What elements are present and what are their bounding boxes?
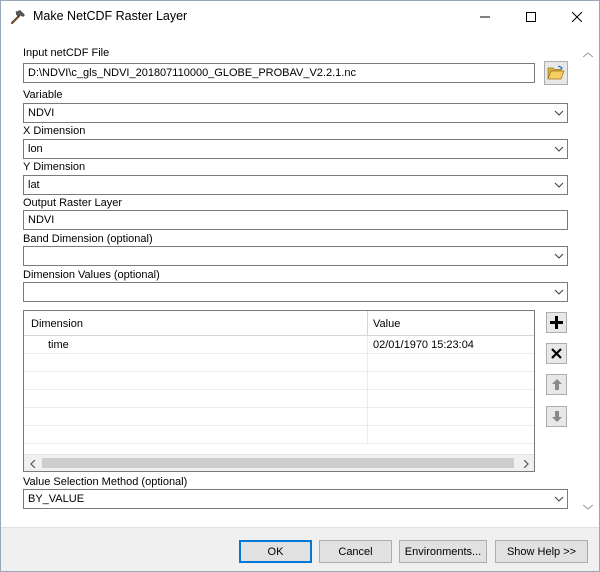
- output-layer-value: NDVI: [28, 214, 55, 226]
- scroll-thumb[interactable]: [42, 458, 514, 468]
- chevron-down-icon: [554, 110, 564, 116]
- value-selection-dropdown[interactable]: BY_VALUE: [23, 489, 568, 509]
- tool-dialog-window: Make NetCDF Raster Layer Input netCDF Fi…: [0, 0, 600, 572]
- chevron-down-icon: [554, 182, 564, 188]
- input-file-field[interactable]: D:\NDVI\c_gls_NDVI_201807110000_GLOBE_PR…: [23, 63, 535, 83]
- scroll-up-button[interactable]: [579, 46, 596, 63]
- column-header-value[interactable]: Value: [368, 311, 534, 336]
- column-header-dimension[interactable]: Dimension: [24, 311, 368, 336]
- parameters-panel: Input netCDF File D:\NDVI\c_gls_NDVI_201…: [1, 32, 599, 527]
- scroll-down-button[interactable]: [579, 498, 596, 515]
- variable-label: Variable: [23, 89, 63, 101]
- hammer-icon: [10, 10, 25, 25]
- x-dimension-label: X Dimension: [23, 125, 86, 137]
- chevron-right-icon: [523, 459, 529, 468]
- chevron-down-icon: [554, 496, 564, 502]
- plus-icon: [550, 316, 563, 329]
- cancel-button[interactable]: Cancel: [319, 540, 392, 563]
- table-row-empty: [24, 390, 534, 408]
- row-dimension-cell: time: [24, 336, 368, 354]
- input-file-value: D:\NDVI\c_gls_NDVI_201807110000_GLOBE_PR…: [28, 67, 356, 79]
- chevron-up-icon: [582, 51, 593, 57]
- dimension-values-label: Dimension Values (optional): [23, 269, 160, 281]
- band-dimension-dropdown[interactable]: [23, 246, 568, 266]
- move-down-button[interactable]: [546, 406, 567, 427]
- ok-button[interactable]: OK: [239, 540, 312, 563]
- input-file-label: Input netCDF File: [23, 47, 110, 59]
- chevron-down-icon: [554, 146, 564, 152]
- add-row-button[interactable]: [546, 312, 567, 333]
- variable-dropdown[interactable]: NDVI: [23, 103, 568, 123]
- remove-row-button[interactable]: [546, 343, 567, 364]
- browse-button[interactable]: [544, 61, 568, 85]
- band-dimension-label: Band Dimension (optional): [23, 233, 153, 245]
- y-dimension-dropdown[interactable]: lat: [23, 175, 568, 195]
- table-row-empty: [24, 408, 534, 426]
- chevron-down-icon: [582, 504, 593, 510]
- minimize-button[interactable]: [462, 1, 508, 32]
- window-title: Make NetCDF Raster Layer: [33, 9, 188, 23]
- chevron-down-icon: [554, 289, 564, 295]
- panel-vertical-scrollbar[interactable]: [579, 32, 596, 527]
- x-dimension-value: lon: [28, 143, 43, 155]
- chevron-down-icon: [554, 253, 564, 259]
- minimize-icon: [480, 16, 490, 17]
- table-horizontal-scrollbar[interactable]: [24, 454, 534, 471]
- close-icon: [572, 11, 582, 22]
- table-row-empty: [24, 354, 534, 372]
- variable-value: NDVI: [28, 107, 55, 119]
- close-button[interactable]: [554, 1, 600, 32]
- dimension-values-dropdown[interactable]: [23, 282, 568, 302]
- output-layer-input[interactable]: NDVI: [23, 210, 568, 230]
- row-value-cell: 02/01/1970 15:23:04: [373, 339, 474, 351]
- table-row-empty: [24, 372, 534, 390]
- table-row[interactable]: time 02/01/1970 15:23:04: [24, 336, 534, 354]
- y-dimension-value: lat: [28, 179, 40, 191]
- arrow-down-icon: [551, 411, 562, 422]
- scroll-left-button[interactable]: [24, 455, 41, 471]
- value-selection-value: BY_VALUE: [28, 493, 85, 505]
- open-folder-icon: [547, 65, 565, 80]
- dimension-values-table: Dimension Value time 02/01/1970 15:23:04: [23, 310, 535, 472]
- value-selection-label: Value Selection Method (optional): [23, 476, 188, 488]
- output-layer-label: Output Raster Layer: [23, 197, 123, 209]
- scroll-right-button[interactable]: [517, 455, 534, 471]
- arrow-up-icon: [551, 379, 562, 390]
- environments-button[interactable]: Environments...: [399, 540, 487, 563]
- x-dimension-dropdown[interactable]: lon: [23, 139, 568, 159]
- dialog-footer: OK Cancel Environments... Show Help >>: [1, 527, 599, 571]
- y-dimension-label: Y Dimension: [23, 161, 86, 173]
- show-help-button[interactable]: Show Help >>: [495, 540, 588, 563]
- title-bar[interactable]: Make NetCDF Raster Layer: [1, 1, 599, 32]
- maximize-icon: [526, 11, 536, 22]
- move-up-button[interactable]: [546, 374, 567, 395]
- table-header: Dimension Value: [24, 311, 534, 336]
- table-row-empty: [24, 426, 534, 444]
- maximize-button[interactable]: [508, 1, 554, 32]
- chevron-left-icon: [29, 459, 35, 468]
- x-icon: [551, 348, 562, 359]
